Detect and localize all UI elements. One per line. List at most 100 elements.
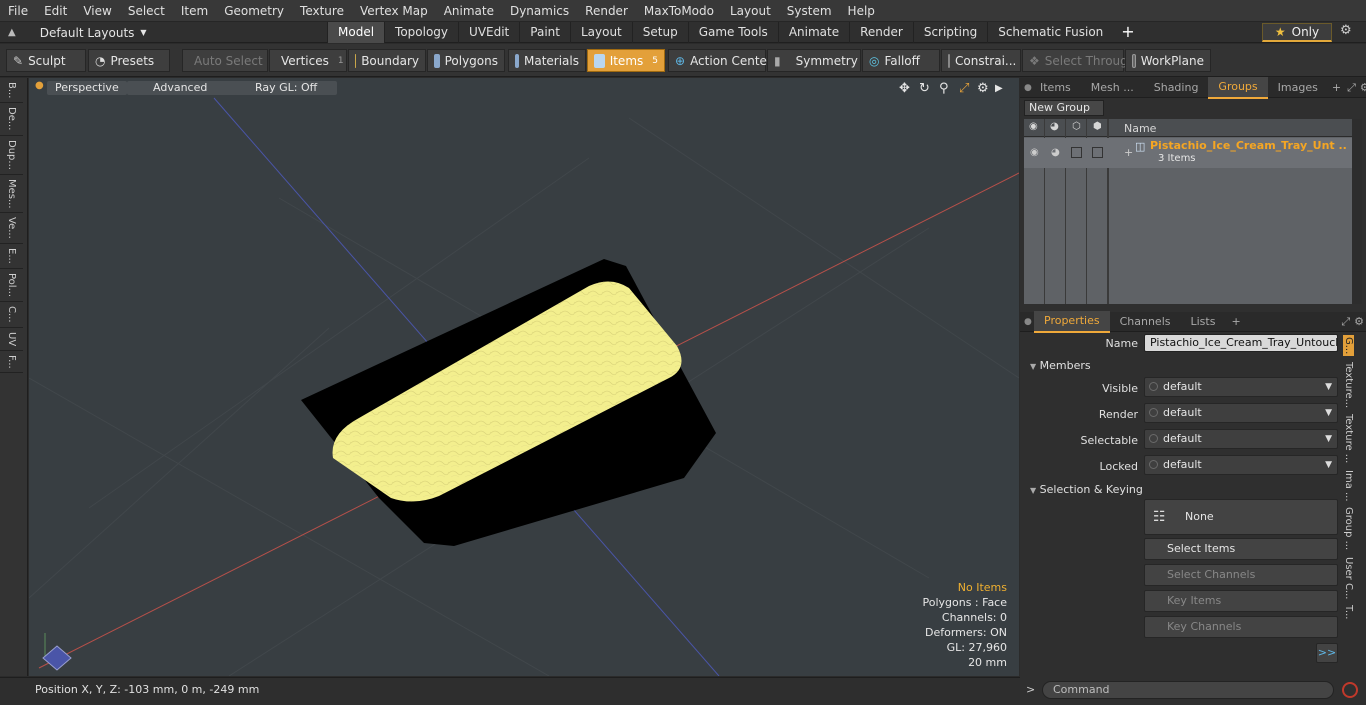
boundary-button[interactable]: Boundary [348,49,426,72]
menu-file[interactable]: File [0,0,36,22]
visible-dropdown[interactable]: default ▼ [1144,377,1338,397]
tab-groups[interactable]: Groups [1208,76,1268,99]
left-tab-fusion[interactable]: F... [0,351,23,374]
menu-select[interactable]: Select [120,0,173,22]
move-view-icon[interactable]: ✥ [899,81,910,96]
expand-plus-icon[interactable]: + [1124,146,1133,159]
key-items-button[interactable]: Key Items [1144,590,1338,612]
tab-layout[interactable]: Layout [569,22,632,43]
tab-properties[interactable]: Properties [1034,310,1110,333]
groups-scrollbar[interactable] [1352,119,1362,304]
row-locked-checkbox[interactable] [1092,147,1103,158]
tab-items[interactable]: Items [1030,78,1081,98]
expand-panel-icon[interactable]: ⤢ [1339,315,1352,329]
selectable-dropdown[interactable]: default ▼ [1144,429,1338,449]
tab-scripting[interactable]: Scripting [912,22,987,43]
tab-topology[interactable]: Topology [384,22,458,43]
side-tab-user-channels[interactable]: User C... [1343,557,1354,600]
rotate-view-icon[interactable]: ↻ [919,81,930,96]
side-tab-group[interactable]: G... [1343,335,1354,357]
menu-dynamics[interactable]: Dynamics [502,0,577,22]
group-name-field[interactable]: Pistachio_Ice_Cream_Tray_Untouched [1144,334,1338,352]
render-dropdown[interactable]: default ▼ [1144,403,1338,423]
gear-icon[interactable]: ⚙ [1340,23,1352,38]
zoom-view-icon[interactable]: ⚲ [939,81,949,96]
locked-dropdown[interactable]: default ▼ [1144,455,1338,475]
viewport-gear-icon[interactable]: ⚙ [977,81,989,96]
menu-layout[interactable]: Layout [722,0,779,22]
left-tab-uv[interactable]: UV [0,328,23,351]
layout-toggle-icon[interactable]: ▲ [8,27,16,38]
tab-lists[interactable]: Lists [1181,312,1226,332]
menu-edit[interactable]: Edit [36,0,75,22]
new-group-button[interactable]: New Group [1024,100,1104,116]
vertices-button[interactable]: Vertices 1 [269,49,347,72]
add-panel-tab-icon[interactable]: + [1225,315,1246,328]
tab-render[interactable]: Render [849,22,913,43]
left-tab-polygon[interactable]: Pol... [0,269,23,302]
materials-button[interactable]: Materials [508,49,586,72]
tab-setup[interactable]: Setup [631,22,688,43]
select-channels-button[interactable]: Select Channels [1144,564,1338,586]
perspective-button[interactable]: Perspective [47,81,127,95]
menu-render[interactable]: Render [577,0,636,22]
menu-help[interactable]: Help [840,0,883,22]
workplane-button[interactable]: WorkPlane [1125,49,1211,72]
command-input[interactable]: Command [1042,681,1334,699]
record-icon[interactable] [1342,682,1358,698]
group-name[interactable]: Pistachio_Ice_Cream_Tray_Unt ... [1150,139,1346,152]
side-tab-image[interactable]: Ima ... [1343,470,1354,502]
left-tab-basic[interactable]: B... [0,78,23,104]
action-center-button[interactable]: ⊕ Action Center [668,49,772,72]
constraints-button[interactable]: Constrai... [941,49,1021,72]
row-selectable-checkbox[interactable] [1071,147,1082,158]
tab-uvedit[interactable]: UVEdit [458,22,519,43]
ice-cream-tray[interactable] [301,259,716,546]
auto-select-button[interactable]: Auto Select [182,49,268,72]
tab-images[interactable]: Images [1268,78,1328,98]
tab-paint[interactable]: Paint [519,22,570,43]
left-tab-vertex[interactable]: Ve... [0,213,23,245]
menu-geometry[interactable]: Geometry [216,0,292,22]
select-through-button[interactable]: ❖ Select Through [1022,49,1135,72]
raygl-button[interactable]: Ray GL: Off [235,81,338,95]
side-tab-texture-2[interactable]: Texture ... [1343,414,1354,463]
panel-gear-icon[interactable]: ⚙ [1358,81,1366,94]
tab-model[interactable]: Model [327,22,385,43]
sculpt-button[interactable]: ✎ Sculpt [6,49,86,72]
left-tab-mesh-edit[interactable]: Mes... [0,175,23,214]
panel-gear-icon[interactable]: ⚙ [1352,315,1366,328]
tab-mesh[interactable]: Mesh ... [1081,78,1144,98]
tab-animate[interactable]: Animate [777,22,849,43]
members-section[interactable]: ▼ Members [1030,359,1091,372]
tab-game-tools[interactable]: Game Tools [687,22,778,43]
menu-animate[interactable]: Animate [436,0,502,22]
left-tab-duplicate[interactable]: Dup... [0,136,23,175]
menu-maxtomodo[interactable]: MaxToModo [636,0,722,22]
name-column-header[interactable]: Name [1124,122,1156,135]
key-channels-button[interactable]: Key Channels [1144,616,1338,638]
menu-texture[interactable]: Texture [292,0,352,22]
none-button[interactable]: ☷ None [1144,499,1338,535]
left-tab-deform[interactable]: De... [0,103,23,136]
selection-keying-section[interactable]: ▼ Selection & Keying [1030,483,1143,496]
tab-channels[interactable]: Channels [1110,312,1181,332]
layouts-dropdown[interactable]: ▲ Default Layouts ▼ [8,22,147,43]
select-items-button[interactable]: Select Items [1144,538,1338,560]
only-toggle[interactable]: ★ Only [1262,23,1332,42]
menu-item[interactable]: Item [173,0,216,22]
items-button[interactable]: Items 5 [587,49,665,72]
expand-panel-icon[interactable]: ⤢ [1345,81,1358,95]
tab-shading[interactable]: Shading [1144,78,1209,98]
side-tab-texture-1[interactable]: Texture... [1343,362,1354,408]
viewport-menu-arrow-icon[interactable]: ▶ [995,83,1003,94]
3d-viewport[interactable]: ● Perspective Advanced Ray GL: Off ✥ ↻ ⚲… [29,78,1019,676]
side-tab-t[interactable]: T... [1343,605,1354,619]
more-button[interactable]: >> [1316,643,1338,663]
polygons-button[interactable]: Polygons [427,49,505,72]
left-tab-curve[interactable]: C... [0,302,23,328]
add-panel-tab-icon[interactable]: + [1328,81,1345,94]
symmetry-button[interactable]: ▮ Symmetry [767,49,861,72]
row-render-icon[interactable]: ◕ [1051,147,1060,158]
left-tab-edge[interactable]: E... [0,244,23,269]
